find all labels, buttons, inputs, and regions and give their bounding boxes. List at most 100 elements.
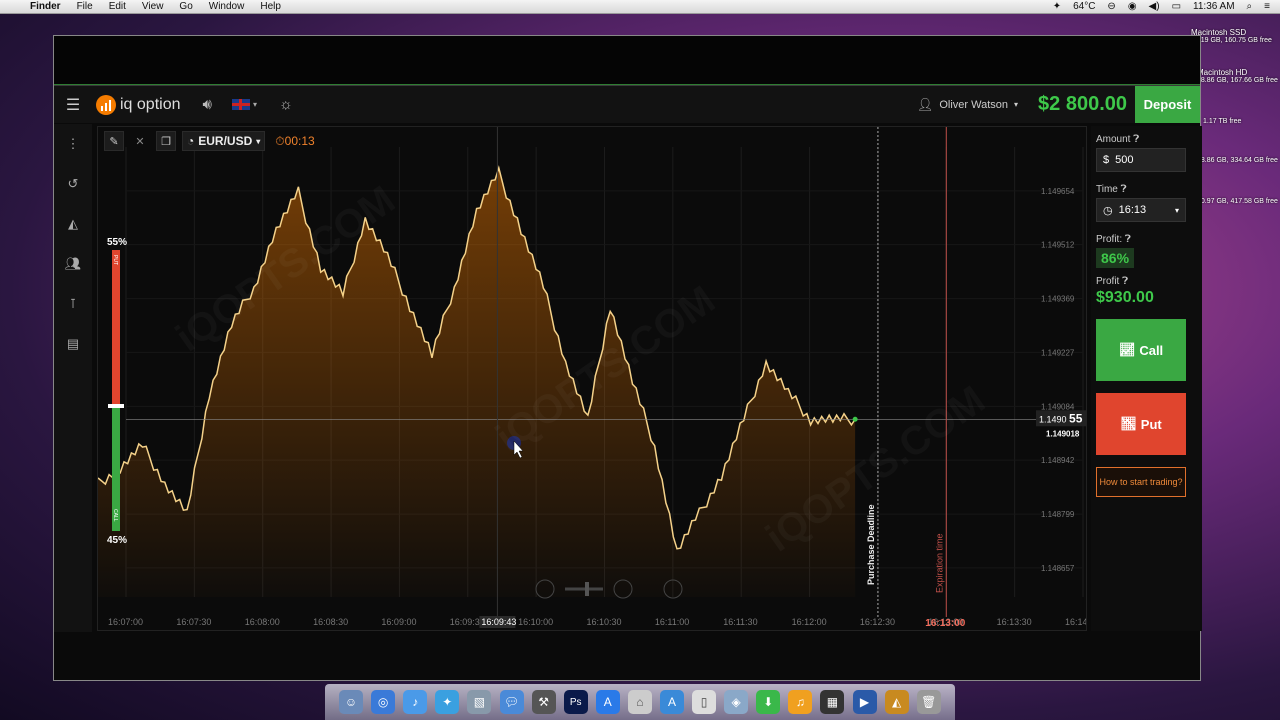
finder-icon[interactable]: ☺ <box>339 690 364 714</box>
account-balance[interactable]: $2 800.00 <box>1038 93 1127 116</box>
time-select[interactable]: ◷ 16:13 ▾ <box>1096 198 1186 222</box>
spotlight-icon[interactable]: ⌕ <box>1247 1 1253 12</box>
x-tick-label: 16:07:00 <box>108 617 143 627</box>
call-button[interactable]: 📈︎ Call <box>1096 319 1186 381</box>
x-tick-label: 16:14:00 <box>1065 617 1087 627</box>
list-icon[interactable]: ≡ <box>1264 1 1270 12</box>
y-tick-label: 1.148657 <box>1041 564 1075 573</box>
drive-label[interactable]: 68.86 GB, 334.64 GB free <box>1197 157 1278 164</box>
preview-icon[interactable]: ▧ <box>467 690 492 714</box>
home-icon[interactable]: ⌂ <box>627 690 652 714</box>
menu-view[interactable]: View <box>142 1 164 12</box>
help-icon[interactable]: ❓︎ <box>1122 276 1128 287</box>
hamburger-menu-icon[interactable]: ☰ <box>54 95 92 115</box>
y-tick-label: 1.148799 <box>1041 510 1075 519</box>
download-icon[interactable]: ⬇ <box>756 690 781 714</box>
sync-icon[interactable]: ⊖ <box>1107 1 1115 12</box>
top-band <box>54 36 1200 86</box>
xcode-icon[interactable]: ⚒ <box>531 690 556 714</box>
drive-label[interactable]: 1.17 TB free <box>1203 118 1241 125</box>
expiration-time-label: Expiration time <box>934 533 944 593</box>
x-tick-label: 16:08:30 <box>313 617 348 627</box>
current-price-dot <box>852 416 858 422</box>
zoom-slider-handle[interactable] <box>585 582 589 596</box>
deposit-button[interactable]: Deposit <box>1135 86 1200 123</box>
user-menu[interactable]: 👤︎ Oliver Watson ▾ <box>917 97 1018 113</box>
currency-symbol: $ <box>1103 154 1110 166</box>
put-button-label: Put <box>1140 416 1162 432</box>
ftp-icon[interactable]: ◭ <box>884 690 909 714</box>
signal-icon[interactable]: ⊺ <box>54 284 92 324</box>
menu-go[interactable]: Go <box>179 1 192 12</box>
menu-help[interactable]: Help <box>260 1 281 12</box>
clock[interactable]: 11:36 AM <box>1193 1 1235 12</box>
chevron-down-icon: ▾ <box>1014 100 1019 109</box>
help-icon[interactable]: ❓︎ <box>1121 184 1127 195</box>
y-tick-label: 1.148942 <box>1041 456 1075 465</box>
cube-icon[interactable]: ◈ <box>724 690 749 714</box>
sentiment-slider-handle[interactable] <box>108 404 124 408</box>
apps-icon[interactable]: A <box>659 690 684 714</box>
uk-flag-icon <box>231 99 250 110</box>
volume-icon[interactable]: ◀) <box>1149 1 1160 12</box>
history-icon[interactable]: ↺ <box>54 164 92 204</box>
clock-icon: ◷ <box>1103 204 1113 217</box>
chart-type-icon[interactable]: ◭ <box>54 204 92 244</box>
copy-icon[interactable]: ❐ <box>156 131 176 151</box>
chart-area[interactable]: ✎ ✕ ❐ ◔ EUR/USD ▾ ⏱︎ 00:13 16:07:00 16:0… <box>97 126 1087 631</box>
current-price: 1.1490 55 <box>1039 411 1083 425</box>
pencil-icon[interactable]: ✎ <box>104 131 124 151</box>
app-store-icon[interactable]: A <box>595 690 620 714</box>
battery-icon[interactable]: ▭ <box>1172 1 1181 12</box>
clapper-icon[interactable]: ▦ <box>820 690 845 714</box>
amount-label: Amount ❓︎ <box>1096 134 1140 145</box>
language-selector[interactable]: ▾ <box>231 99 257 110</box>
chevron-down-icon: ▾ <box>252 100 257 109</box>
chart-toolbar: ✎ ✕ ❐ ◔ EUR/USD ▾ ⏱︎ 00:13 <box>104 131 319 151</box>
wifi-icon[interactable]: ◉ <box>1128 1 1137 12</box>
menu-edit[interactable]: Edit <box>109 1 126 12</box>
logo-icon <box>96 94 116 115</box>
user-name: Oliver Watson <box>939 98 1008 111</box>
safari-icon[interactable]: ◎ <box>371 690 396 714</box>
clock-icon: ◔ <box>187 134 195 148</box>
x-tick-label: 16:07:30 <box>176 617 211 627</box>
menu-file[interactable]: File <box>77 1 93 12</box>
y-tick-label: 1.149227 <box>1041 348 1075 357</box>
messages-icon[interactable]: 💬︎ <box>499 690 524 714</box>
drive-label[interactable]: Macintosh SSD 49.19 GB, 160.75 GB free <box>1191 28 1272 44</box>
drive-label[interactable]: Macintosh HD 58.86 GB, 167.66 GB free <box>1197 68 1278 84</box>
sound-icon[interactable]: 🔊︎ <box>203 96 212 113</box>
y-axis-ticks: 1.149654 1.149512 1.149369 1.149227 1.149084… <box>1041 187 1075 573</box>
amount-value: 500 <box>1115 154 1134 166</box>
trash-icon[interactable]: 🗑︎ <box>916 690 941 714</box>
help-icon[interactable]: ❓︎ <box>1125 234 1131 245</box>
x-tick-label: 16:11:00 <box>655 617 689 627</box>
twitter-icon[interactable]: ✦ <box>435 690 460 714</box>
amount-input[interactable]: $ 500 <box>1096 148 1186 172</box>
temperature-readout[interactable]: 64°C <box>1073 1 1095 12</box>
news-icon[interactable]: ▤ <box>54 324 92 364</box>
more-options-icon[interactable]: ⋮ <box>54 124 92 164</box>
music-icon[interactable]: ♫ <box>788 690 813 714</box>
asset-selector[interactable]: ◔ EUR/USD ▾ <box>182 131 266 151</box>
menu-window[interactable]: Window <box>209 1 245 12</box>
asset-pair: EUR/USD <box>198 134 253 148</box>
photoshop-icon[interactable]: Ps <box>563 690 588 714</box>
help-icon[interactable]: ❓︎ <box>1133 134 1139 145</box>
logo[interactable]: iq option <box>96 94 181 115</box>
menu-app-name[interactable]: Finder <box>30 1 61 12</box>
document-icon[interactable]: ▯ <box>692 690 717 714</box>
drive-label[interactable]: 70.97 GB, 417.58 GB free <box>1197 198 1278 205</box>
price-chart[interactable]: 16:07:00 16:07:30 16:08:00 16:08:30 16:09:00… <box>98 127 1087 631</box>
video-icon[interactable]: ▶ <box>852 690 877 714</box>
close-icon[interactable]: ✕ <box>130 131 150 151</box>
brightness-icon[interactable]: ☼ <box>279 96 293 113</box>
put-button[interactable]: 📉︎ Put <box>1096 393 1186 455</box>
dropbox-icon[interactable]: ✦ <box>1053 1 1061 12</box>
traders-icon[interactable]: 👥︎ <box>54 244 92 284</box>
itunes-icon[interactable]: ♪ <box>403 690 428 714</box>
trade-panel: Amount ❓︎ $ 500 Time ❓︎ ◷ 16:13 ▾ Profit… <box>1091 126 1202 631</box>
how-to-start-trading-link[interactable]: How to start trading? <box>1096 467 1186 497</box>
x-tick-label: 16:12:00 <box>792 617 827 627</box>
